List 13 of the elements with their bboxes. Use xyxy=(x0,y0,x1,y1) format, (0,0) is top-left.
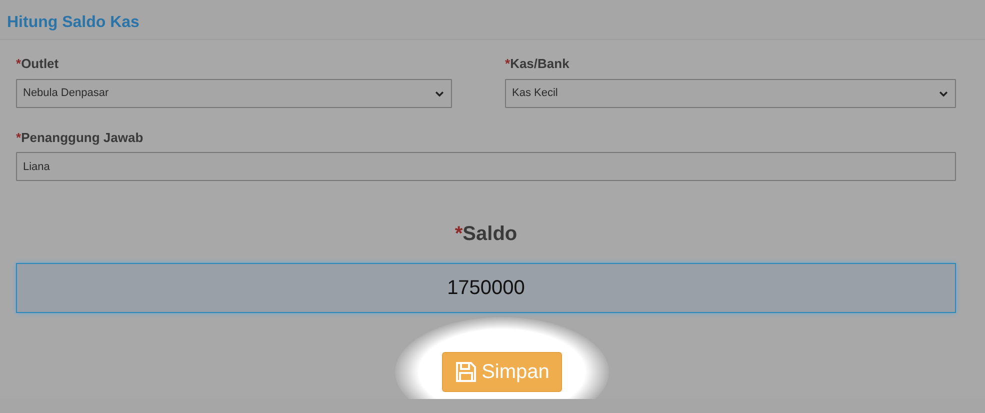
required-mark: * xyxy=(16,130,22,145)
required-mark: * xyxy=(16,56,22,72)
page-title: Hitung Saldo Kas xyxy=(6,13,140,33)
field-label: Penanggung Jawab xyxy=(21,130,144,145)
field-label: Saldo xyxy=(462,223,518,246)
field-label: Outlet xyxy=(21,56,59,72)
select-field[interactable]: Nebula Denpasar xyxy=(16,78,452,108)
input-field[interactable]: Liana xyxy=(16,152,956,182)
required-mark: * xyxy=(505,56,510,72)
select-field[interactable]: Kas Kecil xyxy=(505,78,956,108)
required-mark: * xyxy=(454,223,463,246)
saldo-input[interactable]: 1750000 xyxy=(16,263,956,314)
field-label: Kas/Bank xyxy=(510,56,570,72)
